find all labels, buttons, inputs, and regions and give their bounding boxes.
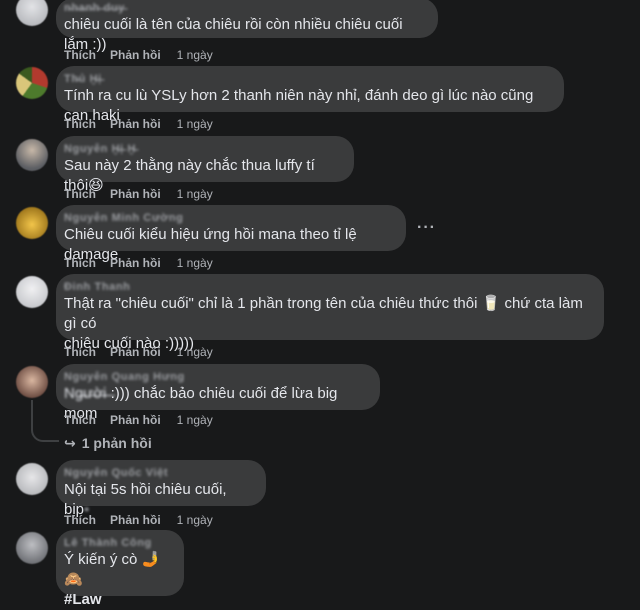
more-options-icon[interactable]: ··· <box>417 219 436 237</box>
comment-bubble: Nguyễn Quang Hưng Ng̶ư̶ờ̶i̶ ̶:))) chắc b… <box>56 364 380 422</box>
reply-button[interactable]: Phản hồi <box>110 187 161 201</box>
reply-button[interactable]: Phản hồi <box>110 345 161 359</box>
avatar[interactable] <box>16 207 48 239</box>
timestamp[interactable]: 1 ngày <box>177 413 213 427</box>
avatar[interactable] <box>16 463 48 495</box>
like-button[interactable]: Thích <box>64 117 96 131</box>
avatar[interactable] <box>16 139 48 171</box>
timestamp[interactable]: 1 ngày <box>177 345 213 359</box>
replies-count: 1 phản hồi <box>81 435 152 451</box>
like-button[interactable]: Thích <box>64 513 96 527</box>
comment-author[interactable]: n̶h̶a̶n̶h̶ ̶d̶u̶y̶ <box>64 2 426 15</box>
redacted-mention[interactable]: Ng̶ư̶ờ̶i̶ ̶ <box>64 385 111 402</box>
comment-bubble: Th̶ủ Ḫ̶ị̶ Tính ra cu lù YSLy hơn 2 thanh… <box>56 66 564 124</box>
comment-bubble: n̶h̶a̶n̶h̶ ̶d̶u̶y̶ chiêu cuối là tên của… <box>56 0 438 53</box>
timestamp[interactable]: 1 ngày <box>177 187 213 201</box>
thread-connector <box>31 428 59 442</box>
avatar[interactable] <box>16 67 48 99</box>
avatar[interactable] <box>16 276 48 308</box>
timestamp[interactable]: 1 ngày <box>177 117 213 131</box>
reply-arrow-icon: ↪ <box>64 435 76 451</box>
comment-bubble: Nguyễn Minh Cường Chiêu cuối kiểu hiệu ứ… <box>56 205 406 263</box>
comment-actions: Thích Phản hồi 1 ngày <box>64 513 213 527</box>
comment-bubble: Đinh Thanh Thật ra "chiêu cuối" chỉ là 1… <box>56 274 604 352</box>
comment-actions: Thích Phản hồi 1 ngày <box>64 48 213 62</box>
comment-text: Ý kiến ý cò 🤳🙈 <box>64 551 161 588</box>
like-button[interactable]: Thích <box>64 256 96 270</box>
comment-bubble: Nguyễn Ḫ̶ị̶ Ḫ̶ Sau này 2 thằng này chắc … <box>56 136 354 194</box>
comment-author[interactable]: Lê Thành Công <box>64 537 172 550</box>
comment-bubble: Nguyễn Quốc Việt Nội tại 5s hồi chiêu cu… <box>56 460 266 518</box>
reply-button[interactable]: Phản hồi <box>110 256 161 270</box>
like-button[interactable]: Thích <box>64 413 96 427</box>
comment-actions: Thích Phản hồi 1 ngày <box>64 187 213 201</box>
avatar[interactable] <box>16 532 48 564</box>
comment-actions: Thích Phản hồi 1 ngày <box>64 256 213 270</box>
comment-author[interactable]: Đinh Thanh <box>64 281 592 294</box>
like-button[interactable]: Thích <box>64 48 96 62</box>
comment-author[interactable]: Nguyễn Minh Cường <box>64 212 394 225</box>
comment-author[interactable]: Th̶ủ Ḫ̶ị̶ <box>64 73 552 86</box>
comment-actions: Thích Phản hồi 1 ngày <box>64 117 213 131</box>
reply-button[interactable]: Phản hồi <box>110 413 161 427</box>
avatar[interactable] <box>16 366 48 398</box>
timestamp[interactable]: 1 ngày <box>177 48 213 62</box>
comment-actions: Thích Phản hồi 1 ngày <box>64 413 213 427</box>
avatar[interactable] <box>16 0 48 26</box>
like-button[interactable]: Thích <box>64 187 96 201</box>
thread-line <box>31 400 33 428</box>
comment-author[interactable]: Nguyễn Quang Hưng <box>64 371 368 384</box>
view-replies-link[interactable]: ↪ 1 phản hồi <box>64 435 152 452</box>
comment-author[interactable]: Nguyễn Ḫ̶ị̶ Ḫ̶ <box>64 143 342 156</box>
comment-author[interactable]: Nguyễn Quốc Việt <box>64 467 254 480</box>
comment-text: Thật ra "chiêu cuối" chỉ là 1 phần trong… <box>64 295 583 332</box>
like-button[interactable]: Thích <box>64 345 96 359</box>
reply-button[interactable]: Phản hồi <box>110 513 161 527</box>
timestamp[interactable]: 1 ngày <box>177 513 213 527</box>
reply-button[interactable]: Phản hồi <box>110 48 161 62</box>
timestamp[interactable]: 1 ngày <box>177 256 213 270</box>
hashtag-link[interactable]: #Law <box>64 590 172 610</box>
comment-actions: Thích Phản hồi 1 ngày <box>64 345 213 359</box>
reply-button[interactable]: Phản hồi <box>110 117 161 131</box>
comment-bubble: Lê Thành Công Ý kiến ý cò 🤳🙈 #Law <box>56 530 184 608</box>
